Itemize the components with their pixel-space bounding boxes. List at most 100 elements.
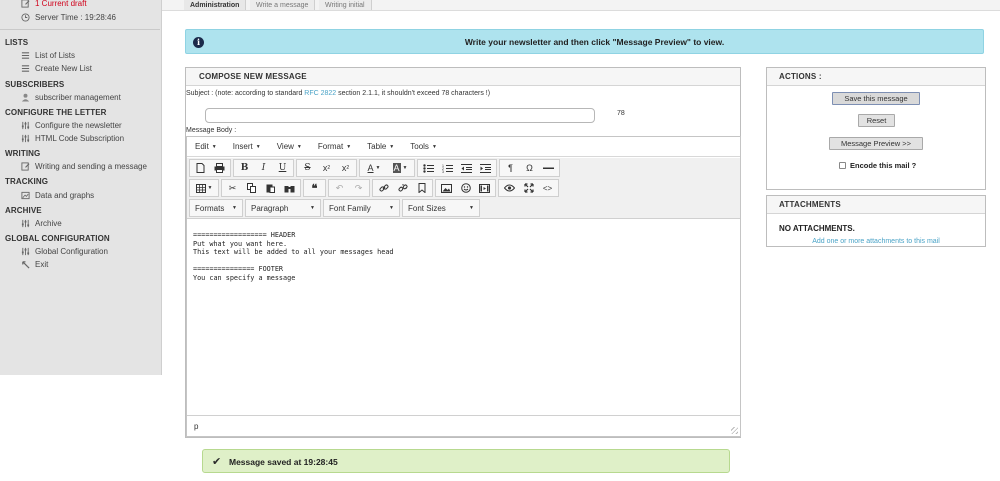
menu-label: Table	[367, 142, 387, 151]
char-count: 78	[617, 110, 625, 117]
font-sizes-dropdown[interactable]: Font Sizes ▼	[402, 199, 480, 217]
formats-dropdown[interactable]: Formats ▼	[189, 199, 243, 217]
breadcrumb-item[interactable]: Write a message	[250, 0, 316, 10]
encode-checkbox[interactable]	[839, 162, 846, 169]
paragraph-mark-icon[interactable]: ¶	[501, 160, 520, 176]
media-icon[interactable]	[475, 180, 494, 196]
resize-handle-icon[interactable]	[731, 427, 738, 434]
sidebar-item-create-new-list[interactable]: Create New List	[0, 62, 160, 75]
special-character-icon[interactable]: Ω	[520, 160, 539, 176]
cut-icon[interactable]: ✂	[223, 180, 242, 196]
menu-tools[interactable]: Tools ▼	[402, 142, 445, 151]
copy-icon[interactable]	[242, 180, 261, 196]
section-heading-global: GLOBAL CONFIGURATION	[5, 234, 110, 243]
actions-title: ACTIONS :	[767, 68, 985, 86]
print-icon[interactable]	[210, 160, 229, 176]
current-draft-link[interactable]: 1 Current draft	[0, 0, 160, 10]
bold-icon[interactable]: B	[235, 160, 254, 176]
sidebar-item-writing-sending[interactable]: Writing and sending a message	[0, 160, 160, 173]
sidebar-item-label: Global Configuration	[35, 247, 108, 256]
text-color-icon[interactable]: A ▼	[361, 160, 387, 176]
source-code-icon[interactable]: <>	[538, 180, 557, 196]
toolbar-group	[189, 159, 231, 177]
breadcrumb: Administration Write a message Writing i…	[162, 0, 1000, 11]
outdent-icon[interactable]	[457, 160, 476, 176]
dropdown-label: Paragraph	[251, 203, 289, 213]
subject-input[interactable]	[205, 108, 595, 123]
toolbar-group: <>	[498, 179, 559, 197]
bookmark-icon[interactable]	[412, 180, 431, 196]
bullet-list-icon[interactable]	[419, 160, 438, 176]
toolbar-group: ↶ ↷	[328, 179, 370, 197]
sidebar-item-subscriber-management[interactable]: subscriber management	[0, 91, 160, 104]
redo-icon[interactable]: ↷	[349, 180, 368, 196]
sidebar-item-data-graphs[interactable]: Data and graphs	[0, 189, 160, 202]
unlink-icon[interactable]	[393, 180, 412, 196]
clock-icon	[20, 13, 30, 23]
paste-icon[interactable]	[261, 180, 280, 196]
blockquote-icon[interactable]: ❝	[305, 180, 324, 196]
sidebar-item-configure-newsletter[interactable]: Configure the newsletter	[0, 119, 160, 132]
find-replace-icon[interactable]	[280, 180, 299, 196]
compose-panel: COMPOSE NEW MESSAGE Subject : (note: acc…	[185, 67, 741, 438]
indent-icon[interactable]	[476, 160, 495, 176]
sidebar-item-html-code-subscription[interactable]: HTML Code Subscription	[0, 132, 160, 145]
sidebar-item-label: Writing and sending a message	[35, 162, 147, 171]
underline-icon[interactable]: U	[273, 160, 292, 176]
numbered-list-icon[interactable]: 123	[438, 160, 457, 176]
subscript-icon[interactable]: x2	[336, 160, 355, 176]
sidebar-item-list-of-lists[interactable]: List of Lists	[0, 49, 160, 62]
caret-down-icon: ▼	[211, 143, 217, 150]
menu-view[interactable]: View ▼	[269, 142, 310, 151]
reset-button[interactable]: Reset	[858, 114, 895, 127]
element-path[interactable]: p	[194, 422, 198, 431]
editor-toolbar-row-2: ▼ ✂ ❝ ↶ ↷ <>	[187, 178, 740, 198]
sidebar-divider	[0, 29, 160, 30]
fullscreen-icon[interactable]	[519, 180, 538, 196]
sidebar-item-exit[interactable]: Exit	[0, 258, 160, 271]
menu-format[interactable]: Format ▼	[310, 142, 359, 151]
sidebar-item-label: Create New List	[35, 64, 92, 73]
paragraph-dropdown[interactable]: Paragraph ▼	[245, 199, 321, 217]
table-icon[interactable]: ▼	[191, 180, 217, 196]
exit-icon	[20, 260, 30, 270]
horizontal-rule-icon[interactable]	[539, 160, 558, 176]
breadcrumb-item[interactable]: Writing initial	[319, 0, 372, 10]
menu-table[interactable]: Table ▼	[359, 142, 402, 151]
info-text: Write your newsletter and then click "Me…	[464, 37, 725, 47]
font-family-dropdown[interactable]: Font Family ▼	[323, 199, 400, 217]
sidebar-item-global-configuration[interactable]: Global Configuration	[0, 245, 160, 258]
emoticon-icon[interactable]	[456, 180, 475, 196]
menu-label: Insert	[232, 142, 253, 151]
toolbar-group: A ▼ A ▼	[359, 159, 415, 177]
caret-down-icon: ▼	[232, 205, 237, 211]
section-heading-configure: CONFIGURE THE LETTER	[5, 108, 107, 117]
save-message-button[interactable]: Save this message	[832, 92, 920, 105]
encode-mail-option[interactable]: Encode this mail ?	[839, 161, 916, 170]
caret-down-icon: ▼	[469, 205, 474, 211]
rfc-link[interactable]: RFC 2822	[304, 90, 336, 97]
message-preview-button[interactable]: Message Preview >>	[829, 137, 923, 150]
caret-down-icon: ▼	[296, 143, 302, 150]
add-attachments-link[interactable]: Add one or more attachments to this mail	[767, 238, 985, 245]
editor-content-area[interactable]: ================== HEADER Put what you w…	[187, 219, 740, 414]
sidebar-item-archive[interactable]: Archive	[0, 217, 160, 230]
menu-insert[interactable]: Insert ▼	[225, 142, 269, 151]
new-document-icon[interactable]	[191, 160, 210, 176]
dropdown-label: Formats	[195, 203, 225, 213]
svg-text:3: 3	[442, 170, 444, 173]
superscript-icon[interactable]: x2	[317, 160, 336, 176]
saved-text: Message saved at 19:28:45	[229, 457, 338, 467]
undo-icon[interactable]: ↶	[330, 180, 349, 196]
menu-edit[interactable]: Edit ▼	[187, 142, 225, 151]
subject-note-text: section 2.1.1, it shouldn't exceed 78 ch…	[336, 90, 491, 97]
breadcrumb-item[interactable]: Administration	[184, 0, 247, 10]
link-icon[interactable]	[374, 180, 393, 196]
checkmark-icon: ✔	[212, 456, 222, 468]
italic-icon[interactable]: I	[254, 160, 273, 176]
document-edit-icon	[20, 0, 30, 9]
insert-image-icon[interactable]	[437, 180, 456, 196]
preview-eye-icon[interactable]	[500, 180, 519, 196]
background-color-icon[interactable]: A ▼	[387, 160, 413, 176]
strikethrough-icon[interactable]: S	[298, 160, 317, 176]
